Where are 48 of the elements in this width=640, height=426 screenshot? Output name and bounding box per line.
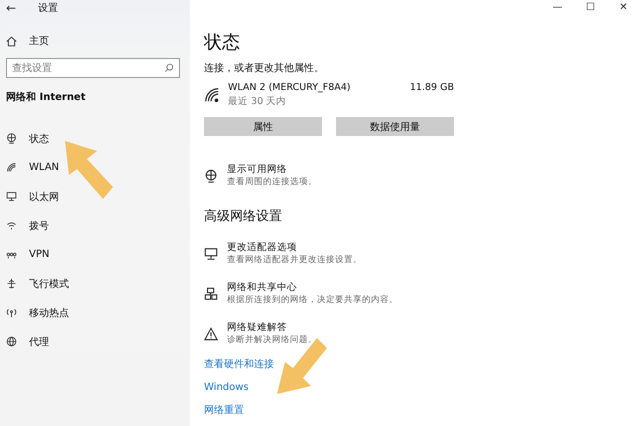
option-title[interactable]: 显示可用网络 <box>227 164 317 176</box>
wifi-icon <box>6 162 17 173</box>
sidebar-item[interactable]: VPN <box>6 240 190 269</box>
option-subtitle: 查看网络适配器并更改连接设置。 <box>227 254 362 266</box>
usage-period: 最近 30 天内 <box>228 95 288 108</box>
settings-link[interactable]: 网络重置 <box>204 404 244 417</box>
sidebar-item[interactable]: 状态 <box>6 124 190 153</box>
settings-link[interactable]: 查看硬件和连接 <box>204 358 274 371</box>
home-nav-item[interactable]: 主页 <box>6 27 190 55</box>
globe-icon <box>6 336 17 347</box>
section-heading: 高级网络设置 <box>204 208 283 226</box>
warning-icon <box>204 327 218 341</box>
option-subtitle: 诊断并解决网络问题。 <box>227 334 317 346</box>
search-icon <box>164 63 174 73</box>
data-usage: 11.89 GB <box>410 82 454 93</box>
close-button[interactable]: ✕ <box>607 0 640 16</box>
sidebar-item[interactable]: 飞行模式 <box>6 269 190 298</box>
pointer-arrow <box>64 141 116 201</box>
back-button[interactable]: ← <box>6 1 16 15</box>
option-title[interactable]: 更改适配器选项 <box>227 242 362 254</box>
sidebar-item[interactable]: 以太网 <box>6 182 190 211</box>
hotspot-icon <box>6 307 17 318</box>
sidebar-item[interactable]: WLAN <box>6 153 190 182</box>
monitor-icon <box>6 191 17 202</box>
globe-icon <box>6 133 17 144</box>
page-title: 状态 <box>204 32 241 54</box>
search-field[interactable]: 查找设置 <box>6 58 180 78</box>
option-subtitle: 根据所连接到的网络，决定要共享的内容。 <box>227 294 398 306</box>
monitor-icon <box>204 247 218 261</box>
network-icon <box>204 287 218 301</box>
wifi-icon <box>204 87 220 103</box>
globe-icon <box>204 169 218 183</box>
option-title[interactable]: 网络和共享中心 <box>227 282 398 294</box>
maximize-button[interactable]: ☐ <box>574 0 607 16</box>
properties-button[interactable]: 属性 <box>204 117 322 136</box>
option-subtitle: 查看周围的连接选项。 <box>227 176 317 188</box>
option-title[interactable]: 网络疑难解答 <box>227 322 317 334</box>
window-title: 设置 <box>38 2 58 15</box>
section-heading: 网络和 Internet <box>6 90 86 104</box>
minimize-button[interactable]: — <box>541 0 574 16</box>
settings-link[interactable]: Windows <box>204 381 249 394</box>
sidebar-item[interactable]: 移动热点 <box>6 298 190 327</box>
sidebar-item[interactable]: 拨号 <box>6 211 190 240</box>
description-text: 连接，或者更改其他属性。 <box>204 62 325 76</box>
data-usage-button[interactable]: 数据使用量 <box>336 117 454 136</box>
home-icon <box>6 36 17 46</box>
connection-name: WLAN 2 (MERCURY_F8A4) <box>228 82 351 93</box>
sidebar-item[interactable]: 代理 <box>6 327 190 356</box>
